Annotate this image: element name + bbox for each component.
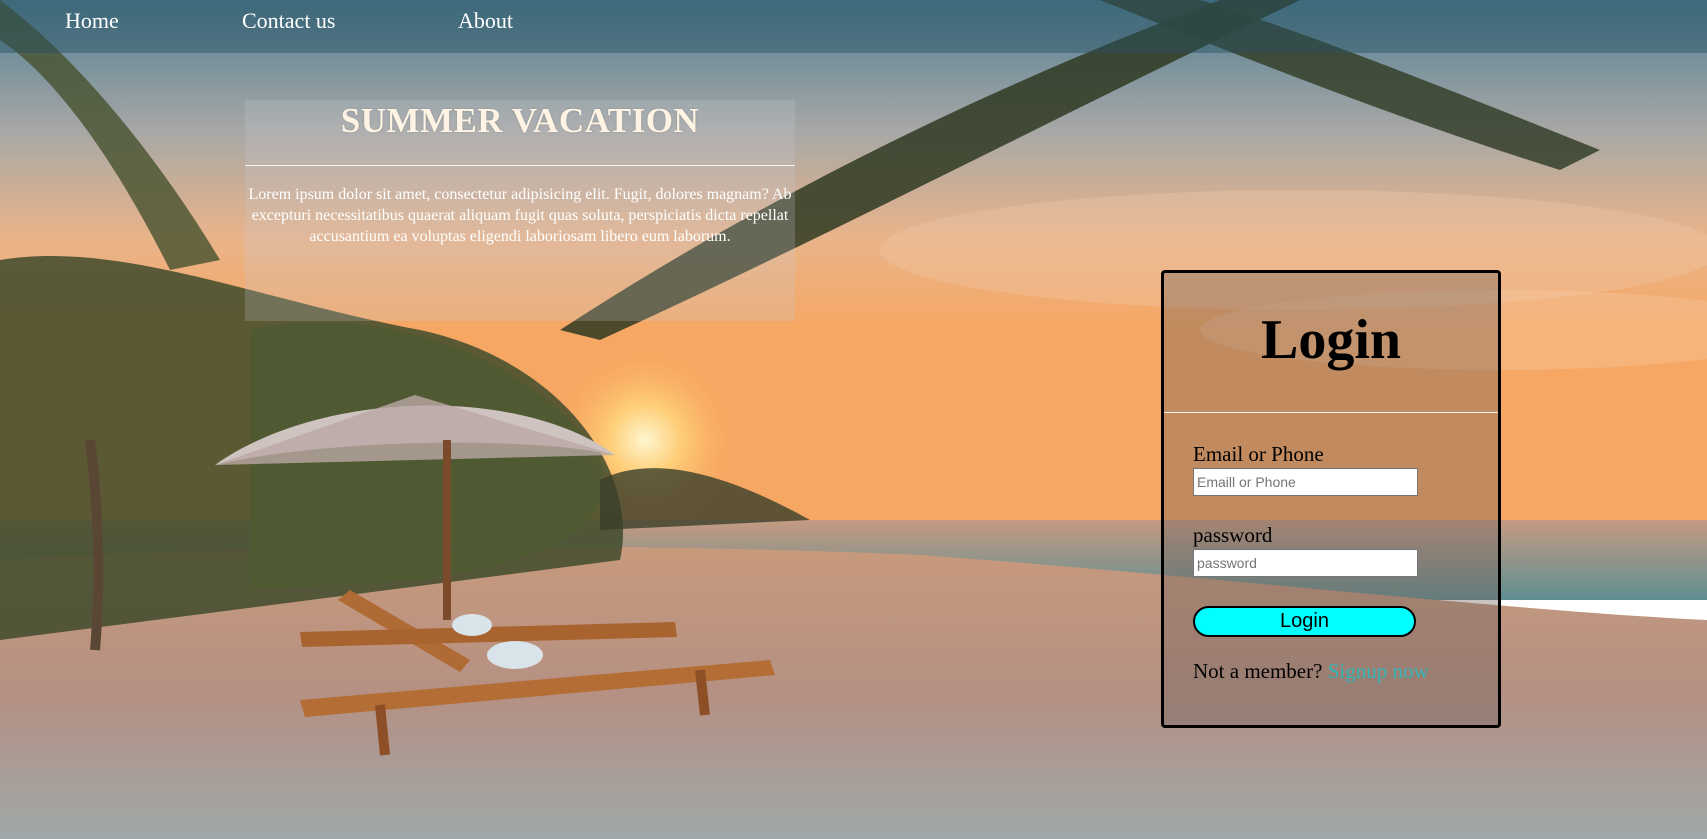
login-card: Login Email or Phone password Login Not … xyxy=(1161,270,1501,728)
email-label: Email or Phone xyxy=(1193,442,1324,466)
email-field[interactable] xyxy=(1193,468,1418,496)
signup-prompt-line: Not a member? Signup now xyxy=(1193,659,1429,683)
hero-divider xyxy=(245,165,795,166)
password-field[interactable] xyxy=(1193,549,1418,577)
login-button[interactable]: Login xyxy=(1193,606,1416,637)
hero-title: SUMMER VACATION xyxy=(340,101,700,140)
top-navbar: Home Contact us About xyxy=(0,0,1707,53)
hero-panel: SUMMER VACATION Lorem ipsum dolor sit am… xyxy=(245,100,795,321)
nav-about-link[interactable]: About xyxy=(458,8,513,34)
hero-description: Lorem ipsum dolor sit amet, consectetur … xyxy=(248,186,792,245)
nav-contact-link[interactable]: Contact us xyxy=(242,8,336,34)
nav-home-link[interactable]: Home xyxy=(65,8,119,34)
login-title: Login xyxy=(1260,309,1402,371)
login-divider xyxy=(1164,412,1498,413)
signup-prompt-text: Not a member? xyxy=(1193,659,1323,683)
password-label: password xyxy=(1193,523,1273,547)
signup-link[interactable]: Signup now xyxy=(1328,659,1429,683)
